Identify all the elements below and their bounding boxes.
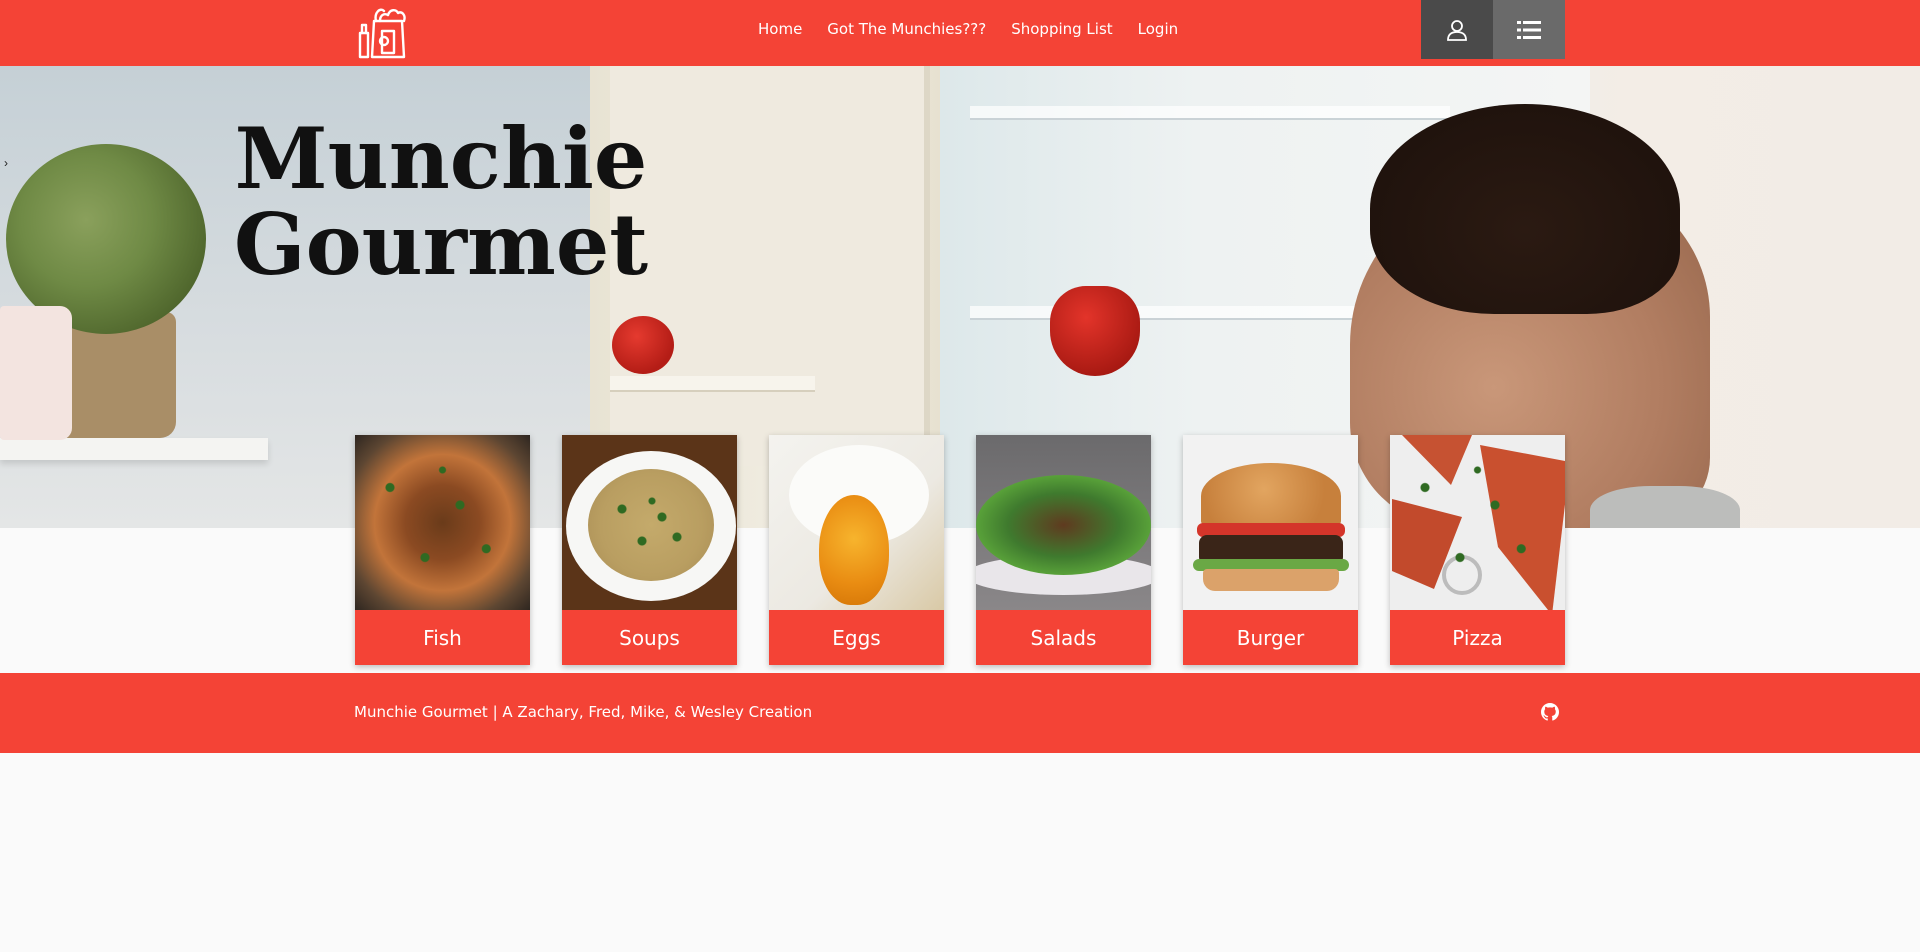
nav-login-link[interactable]: Login	[1138, 20, 1178, 38]
title-line-1: Munchie	[234, 109, 648, 208]
tomato-image	[612, 316, 674, 374]
category-label: Burger	[1183, 610, 1358, 665]
grocery-bag-icon[interactable]	[354, 3, 410, 61]
nav-munchies-link[interactable]: Got The Munchies???	[827, 20, 986, 38]
navbar: Home Got The Munchies??? Shopping List L…	[0, 0, 1920, 66]
eggs-image	[769, 435, 944, 610]
soup-image	[562, 435, 737, 610]
user-icon	[1447, 19, 1467, 41]
menu-button[interactable]	[1493, 0, 1565, 59]
caret-icon: ›	[4, 156, 8, 170]
title-line-2: Gourmet	[233, 195, 649, 294]
category-card-pizza[interactable]: Pizza	[1390, 435, 1565, 665]
salad-image	[976, 435, 1151, 610]
github-icon[interactable]	[1541, 703, 1559, 721]
fish-image	[355, 435, 530, 610]
nav-home-link[interactable]: Home	[758, 20, 802, 38]
page-title: Munchie Gourmet	[226, 116, 656, 288]
nav-links: Home Got The Munchies??? Shopping List L…	[758, 0, 1178, 58]
footer-credits: Munchie Gourmet | A Zachary, Fred, Mike,…	[354, 703, 813, 721]
category-label: Fish	[355, 610, 530, 665]
burger-image	[1183, 435, 1358, 610]
footer: Munchie Gourmet | A Zachary, Fred, Mike,…	[0, 673, 1920, 753]
wall-shelf	[0, 438, 268, 460]
pizza-image	[1390, 435, 1565, 610]
category-card-burger[interactable]: Burger	[1183, 435, 1358, 665]
category-card-soups[interactable]: Soups	[562, 435, 737, 665]
category-card-fish[interactable]: Fish	[355, 435, 530, 665]
fridge-shelf	[610, 376, 815, 392]
category-card-salads[interactable]: Salads	[976, 435, 1151, 665]
nav-shopping-list-link[interactable]: Shopping List	[1011, 20, 1112, 38]
list-icon	[1517, 20, 1541, 39]
person-hair	[1370, 104, 1680, 314]
category-cards: Fish Soups Eggs Salads Burger Pizza	[355, 435, 1565, 665]
category-label: Eggs	[769, 610, 944, 665]
category-label: Soups	[562, 610, 737, 665]
category-label: Pizza	[1390, 610, 1565, 665]
mug-image	[0, 306, 72, 440]
pepper-image	[1050, 286, 1140, 376]
category-card-eggs[interactable]: Eggs	[769, 435, 944, 665]
fridge-interior	[610, 66, 930, 466]
category-label: Salads	[976, 610, 1151, 665]
person-shirt	[1590, 486, 1740, 528]
user-button[interactable]	[1421, 0, 1493, 59]
